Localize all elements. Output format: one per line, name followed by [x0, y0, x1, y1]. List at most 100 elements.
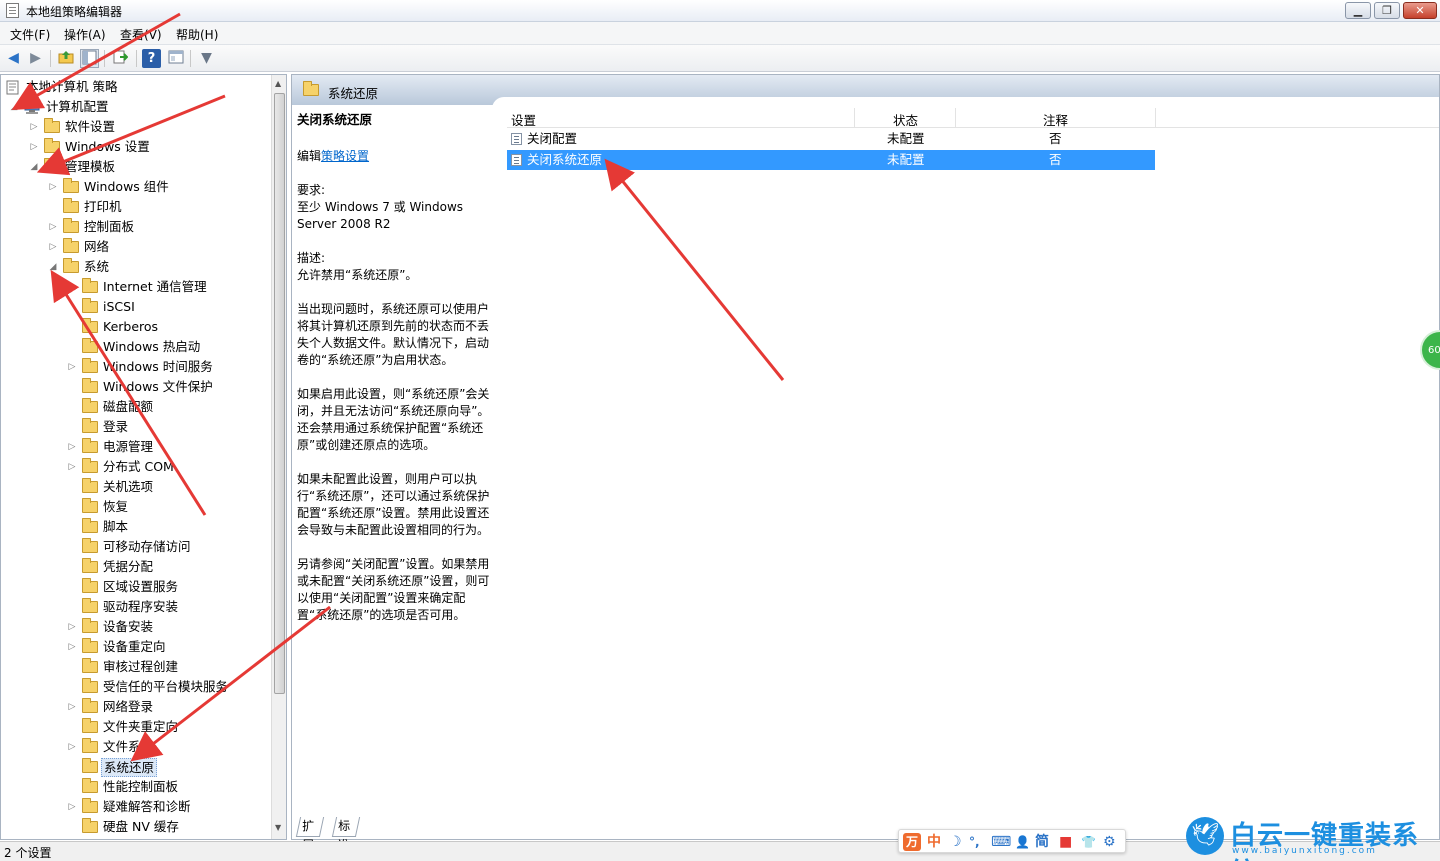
- settings-gear-icon[interactable]: ⚙: [1103, 833, 1116, 851]
- tree-item-printers[interactable]: 打印机: [48, 197, 268, 217]
- tree-item-network[interactable]: ▷ 网络: [48, 237, 268, 257]
- video-icon[interactable]: ■: [1059, 833, 1072, 851]
- edit-policy-link[interactable]: 策略设置: [321, 149, 369, 163]
- user-icon[interactable]: 👤: [1015, 833, 1030, 851]
- up-folder-icon[interactable]: [56, 49, 75, 68]
- tree-item-root[interactable]: 本地计算机 策略: [6, 77, 266, 97]
- scroll-down-arrow-icon[interactable]: ▼: [275, 823, 281, 832]
- tree-item-control-panel[interactable]: ▷ 控制面板: [48, 217, 268, 237]
- tree-item-system-child[interactable]: Windows 文件保护: [67, 377, 267, 397]
- tree-item-system-child[interactable]: 关机选项: [67, 477, 267, 497]
- column-header-state[interactable]: 状态: [893, 110, 918, 129]
- moon-icon[interactable]: ☽: [949, 833, 962, 851]
- expanded-triangle-icon[interactable]: ◢: [29, 157, 39, 177]
- tree-item-system-child[interactable]: 系统还原: [67, 757, 267, 777]
- tree-item-system-child[interactable]: Windows 热启动: [67, 337, 267, 357]
- collapsed-triangle-icon[interactable]: ▷: [67, 697, 77, 717]
- column-separator[interactable]: [955, 108, 956, 127]
- tree-item-system-child[interactable]: 审核过程创建: [67, 657, 267, 677]
- tree-scrollbar[interactable]: ▲ ▼: [271, 75, 286, 839]
- column-separator[interactable]: [854, 108, 855, 127]
- collapsed-triangle-icon[interactable]: ▷: [48, 177, 58, 197]
- tree-item-system-child[interactable]: ▷ 设备重定向: [67, 637, 267, 657]
- tree-item-software-settings[interactable]: ▷ 软件设置: [29, 117, 269, 137]
- tree-item-system-child[interactable]: 凭据分配: [67, 557, 267, 577]
- tree-item-system-child[interactable]: 驱动程序安装: [67, 597, 267, 617]
- menu-action[interactable]: 操作(A): [64, 26, 106, 43]
- tree-item-windows-settings[interactable]: ▷ Windows 设置: [29, 137, 269, 157]
- collapsed-triangle-icon[interactable]: ▷: [48, 217, 58, 237]
- collapsed-triangle-icon[interactable]: ▷: [67, 437, 77, 457]
- scroll-up-arrow-icon[interactable]: ▲: [275, 79, 281, 88]
- tree-item-system[interactable]: ◢ 系统: [48, 257, 268, 277]
- tab-standard[interactable]: 标准: [331, 817, 361, 852]
- folder-icon: [82, 338, 98, 353]
- forward-arrow-icon[interactable]: ▶: [26, 49, 45, 68]
- column-separator[interactable]: [1155, 108, 1156, 127]
- keyboard-icon[interactable]: ⌨: [991, 833, 1011, 851]
- tree-item-system-child[interactable]: ▷ 疑难解答和诊断: [67, 797, 267, 817]
- menu-help[interactable]: 帮助(H): [176, 26, 218, 43]
- expanded-triangle-icon[interactable]: ◢: [48, 257, 58, 277]
- tree-item-admin-templates[interactable]: ◢ 管理模板: [29, 157, 269, 177]
- list-row-selected[interactable]: 关闭系统还原 未配置 否: [507, 150, 1155, 170]
- tree-item-system-child[interactable]: 性能控制面板: [67, 777, 267, 797]
- tree-label: 电源管理: [103, 439, 154, 454]
- collapsed-triangle-icon[interactable]: ▷: [67, 737, 77, 757]
- collapsed-triangle-icon[interactable]: ▷: [67, 357, 77, 377]
- collapsed-triangle-icon[interactable]: ▷: [67, 797, 77, 817]
- collapsed-triangle-icon[interactable]: ▷: [29, 137, 39, 157]
- maximize-button[interactable]: ❐: [1374, 2, 1400, 19]
- tree-item-system-child[interactable]: 磁盘配额: [67, 397, 267, 417]
- collapsed-triangle-icon[interactable]: ▷: [67, 457, 77, 477]
- tree-item-system-child[interactable]: 硬盘 NV 缓存: [67, 817, 267, 837]
- collapsed-triangle-icon[interactable]: ▷: [29, 117, 39, 137]
- tree-item-system-child[interactable]: ▷ 网络登录: [67, 697, 267, 717]
- ime-language-toggle[interactable]: 中: [927, 833, 941, 851]
- menu-view[interactable]: 查看(V): [120, 26, 162, 43]
- column-header-comment[interactable]: 注释: [1043, 110, 1068, 129]
- tree-item-system-child[interactable]: 可移动存储访问: [67, 537, 267, 557]
- minimize-button[interactable]: ▁: [1345, 2, 1371, 19]
- tree-item-system-child[interactable]: iSCSI: [67, 297, 267, 317]
- tree-item-system-child[interactable]: ▷ Internet 通信管理: [67, 277, 267, 297]
- tree-item-computer-config[interactable]: ◢ 计算机配置: [9, 97, 269, 117]
- tree-item-system-child[interactable]: 恢复: [67, 497, 267, 517]
- column-header-setting[interactable]: 设置: [511, 110, 536, 129]
- tree-item-system-child[interactable]: 受信任的平台模块服务: [67, 677, 267, 697]
- tab-extended[interactable]: 扩展: [295, 817, 325, 852]
- skin-icon[interactable]: 👕: [1081, 833, 1096, 851]
- description-paragraph: 如果未配置此设置，则用户可以执行“系统还原”，还可以通过系统保护配置“系统还原”…: [297, 472, 490, 537]
- tree-item-system-child[interactable]: ▷ Windows 时间服务: [67, 357, 267, 377]
- help-icon[interactable]: ?: [142, 49, 161, 68]
- list-row[interactable]: 关闭配置 未配置 否: [507, 129, 1155, 149]
- back-arrow-icon[interactable]: ◀: [4, 49, 23, 68]
- show-hide-tree-icon[interactable]: [80, 49, 99, 68]
- collapsed-triangle-icon[interactable]: ▷: [67, 617, 77, 637]
- tree-item-system-child[interactable]: ▷ 设备安装: [67, 617, 267, 637]
- close-button[interactable]: ✕: [1403, 2, 1437, 19]
- scrollbar-thumb[interactable]: [274, 93, 285, 694]
- menu-file[interactable]: 文件(F): [10, 26, 50, 43]
- export-list-icon[interactable]: [110, 49, 129, 68]
- edit-policy-line: 编辑策略设置: [297, 148, 493, 165]
- tree-item-system-child[interactable]: ▷ 文件系统: [67, 737, 267, 757]
- collapsed-triangle-icon[interactable]: ▷: [67, 277, 77, 297]
- tree-item-system-child[interactable]: Kerberos: [67, 317, 267, 337]
- ime-logo-icon[interactable]: 万: [903, 833, 921, 851]
- punctuation-icon[interactable]: °,: [969, 833, 980, 851]
- properties-icon[interactable]: [166, 49, 185, 68]
- tree-item-system-child[interactable]: 登录: [67, 417, 267, 437]
- folder-icon: [82, 358, 98, 373]
- tree-item-windows-components[interactable]: ▷ Windows 组件: [48, 177, 268, 197]
- tree-item-system-child[interactable]: ▷ 电源管理: [67, 437, 267, 457]
- expanded-triangle-icon[interactable]: ◢: [9, 97, 19, 117]
- tree-item-system-child[interactable]: 区域设置服务: [67, 577, 267, 597]
- tree-item-system-child[interactable]: ▷ 分布式 COM: [67, 457, 267, 477]
- collapsed-triangle-icon[interactable]: ▷: [48, 237, 58, 257]
- tree-item-system-child[interactable]: 文件夹重定向: [67, 717, 267, 737]
- filter-icon[interactable]: ▼: [197, 49, 216, 68]
- tree-item-system-child[interactable]: 脚本: [67, 517, 267, 537]
- collapsed-triangle-icon[interactable]: ▷: [67, 637, 77, 657]
- ime-simplified-toggle[interactable]: 简: [1035, 833, 1049, 851]
